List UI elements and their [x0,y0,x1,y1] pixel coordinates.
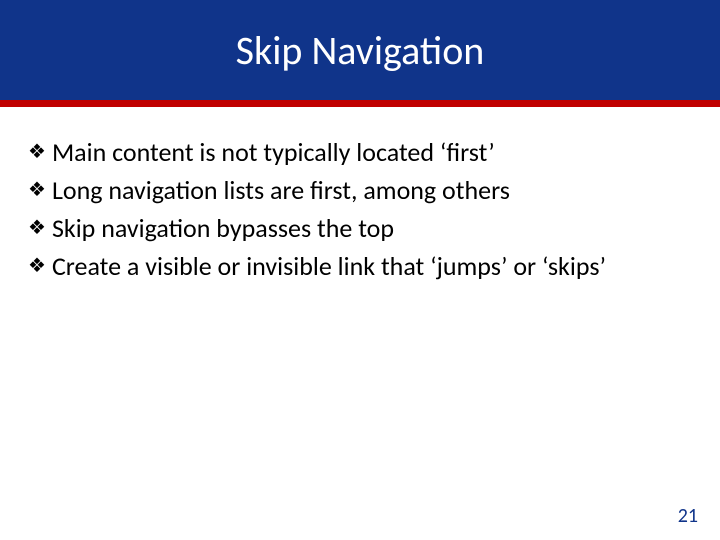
list-item: ❖ Long navigation lists are first, among… [28,173,692,207]
accent-line [0,100,720,107]
bullet-text: Create a visible or invisible link that … [52,249,606,283]
diamond-bullet-icon: ❖ [28,211,46,245]
bullet-text: Skip navigation bypasses the top [52,211,394,245]
slide: Skip Navigation ❖ Main content is not ty… [0,0,720,540]
bullet-text: Main content is not typically located ‘f… [52,135,495,169]
title-bar: Skip Navigation [0,0,720,100]
list-item: ❖ Create a visible or invisible link tha… [28,249,692,283]
page-number: 21 [678,504,698,528]
bullet-text: Long navigation lists are first, among o… [52,173,510,207]
list-item: ❖ Main content is not typically located … [28,135,692,169]
content-area: ❖ Main content is not typically located … [0,107,720,283]
diamond-bullet-icon: ❖ [28,249,46,283]
list-item: ❖ Skip navigation bypasses the top [28,211,692,245]
diamond-bullet-icon: ❖ [28,173,46,207]
diamond-bullet-icon: ❖ [28,135,46,169]
slide-title: Skip Navigation [236,26,485,75]
